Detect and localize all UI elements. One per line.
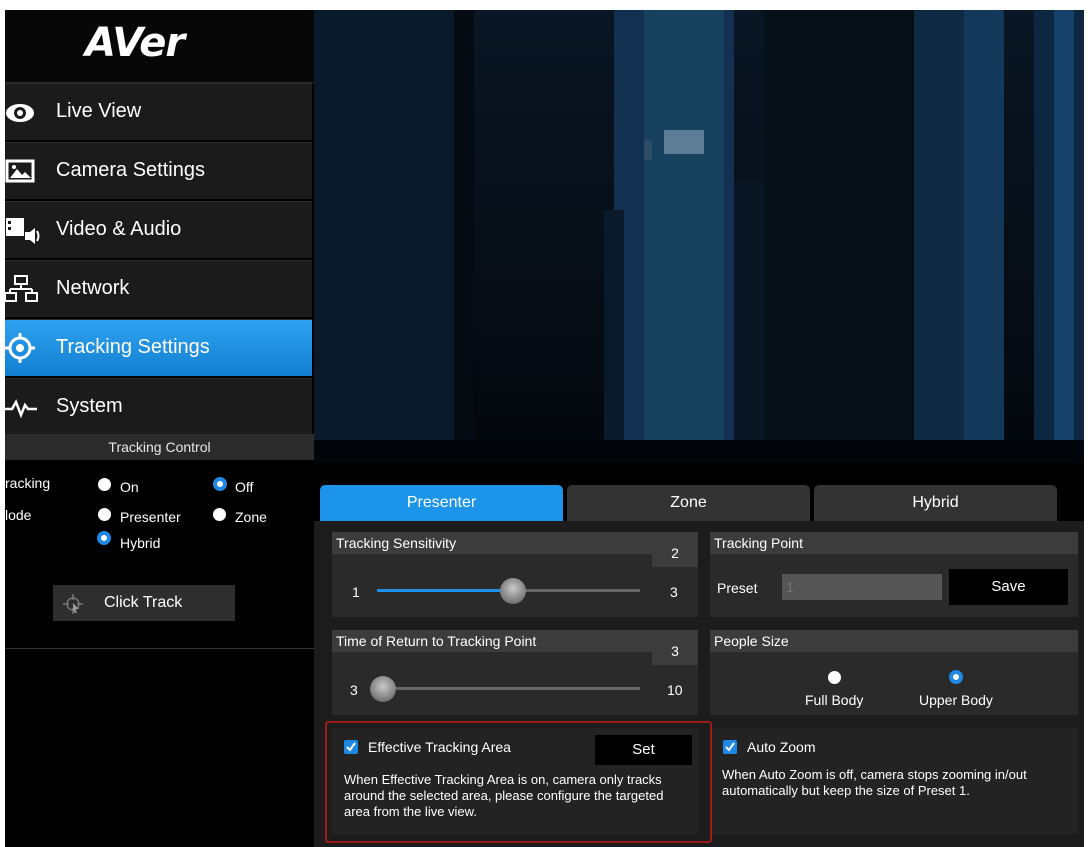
nav-label: Live View [56, 100, 142, 122]
image-icon [5, 159, 35, 183]
slider-max-label: 10 [667, 682, 683, 698]
nav-network[interactable]: Network [5, 260, 312, 318]
tracking-sensitivity-title: Tracking Sensitivity [332, 532, 698, 554]
full-body-label: Full Body [805, 692, 864, 708]
radio-hybrid-label: Hybrid [120, 535, 161, 551]
live-view-video[interactable] [314, 10, 1084, 463]
tracking-sensitivity-box: Tracking Sensitivity 2 1 3 [332, 532, 698, 617]
auto-zoom-box: Auto Zoom When Auto Zoom is off, camera … [710, 728, 1078, 834]
eye-icon [6, 104, 34, 122]
save-button[interactable]: Save [949, 569, 1068, 605]
return-time-title: Time of Return to Tracking Point [332, 630, 698, 652]
return-slider-track[interactable] [377, 687, 640, 690]
annotation-highlight-frame [325, 721, 712, 843]
auto-zoom-description: When Auto Zoom is off, camera stops zoom… [722, 767, 1027, 798]
radio-presenter-label: Presenter [120, 509, 181, 525]
click-track-button[interactable]: Click Track [53, 585, 235, 621]
preset-label: Preset [717, 580, 758, 596]
return-slider-knob[interactable] [370, 676, 396, 702]
nav-system[interactable]: System [5, 378, 312, 436]
target-icon [5, 333, 35, 363]
click-track-label: Click Track [104, 594, 183, 611]
nav-tracking-settings[interactable]: Tracking Settings [5, 319, 312, 377]
people-size-box: People Size Full Body Upper Body [710, 630, 1078, 715]
radio-on-label: On [120, 479, 139, 495]
auto-zoom-label: Auto Zoom [747, 739, 816, 755]
tracking-control-header: Tracking Control [5, 434, 314, 460]
logo-text: AVer [85, 20, 185, 66]
nav-label: Tracking Settings [56, 336, 210, 358]
slider-min-label: 3 [350, 682, 358, 698]
sidebar-divider [5, 648, 314, 649]
radio-off-label: Off [235, 479, 254, 495]
crosshair-icon [63, 594, 83, 614]
sidebar: AVer Live View Camera Settings Video & A… [5, 10, 314, 847]
sensitivity-slider-fill [377, 589, 514, 592]
return-time-value: 3 [652, 637, 698, 665]
slider-min-label: 1 [352, 584, 360, 600]
tab-hybrid[interactable]: Hybrid [814, 485, 1057, 521]
radio-tracking-off[interactable] [213, 477, 227, 491]
radio-mode-hybrid[interactable] [97, 531, 111, 545]
nav-live-view[interactable]: Live View [5, 83, 312, 141]
tracking-point-box: Tracking Point Preset Save [710, 532, 1078, 617]
check-icon [725, 742, 735, 752]
tracking-point-title: Tracking Point [710, 532, 1078, 554]
tab-presenter[interactable]: Presenter [320, 485, 563, 521]
pulse-icon [5, 399, 37, 419]
upper-body-label: Upper Body [919, 692, 993, 708]
people-size-title: People Size [710, 630, 1078, 652]
nav-label: Camera Settings [56, 159, 205, 181]
nav-video-audio[interactable]: Video & Audio [5, 201, 312, 259]
live-camera-feed [314, 10, 1084, 463]
nav-label: System [56, 395, 123, 417]
radio-mode-zone[interactable] [213, 508, 226, 521]
auto-zoom-checkbox[interactable] [723, 740, 737, 754]
preset-input[interactable] [782, 574, 942, 600]
slider-max-label: 3 [670, 584, 678, 600]
radio-tracking-on[interactable] [98, 478, 111, 491]
nav-camera-settings[interactable]: Camera Settings [5, 142, 312, 200]
sensitivity-slider-knob[interactable] [500, 578, 526, 604]
tracking-sensitivity-value: 2 [652, 539, 698, 567]
network-icon [5, 275, 38, 302]
aver-logo: AVer [5, 10, 314, 83]
radio-full-body[interactable] [828, 671, 841, 684]
tracking-label: racking [5, 475, 51, 491]
video-audio-icon [6, 218, 40, 244]
mode-label: lode [5, 507, 32, 523]
return-time-box: Time of Return to Tracking Point 3 3 10 [332, 630, 698, 715]
nav-label: Network [56, 277, 130, 299]
tab-zone[interactable]: Zone [567, 485, 810, 521]
radio-upper-body[interactable] [949, 670, 963, 684]
radio-zone-label: Zone [235, 509, 267, 525]
radio-mode-presenter[interactable] [98, 508, 111, 521]
nav-label: Video & Audio [56, 218, 182, 240]
